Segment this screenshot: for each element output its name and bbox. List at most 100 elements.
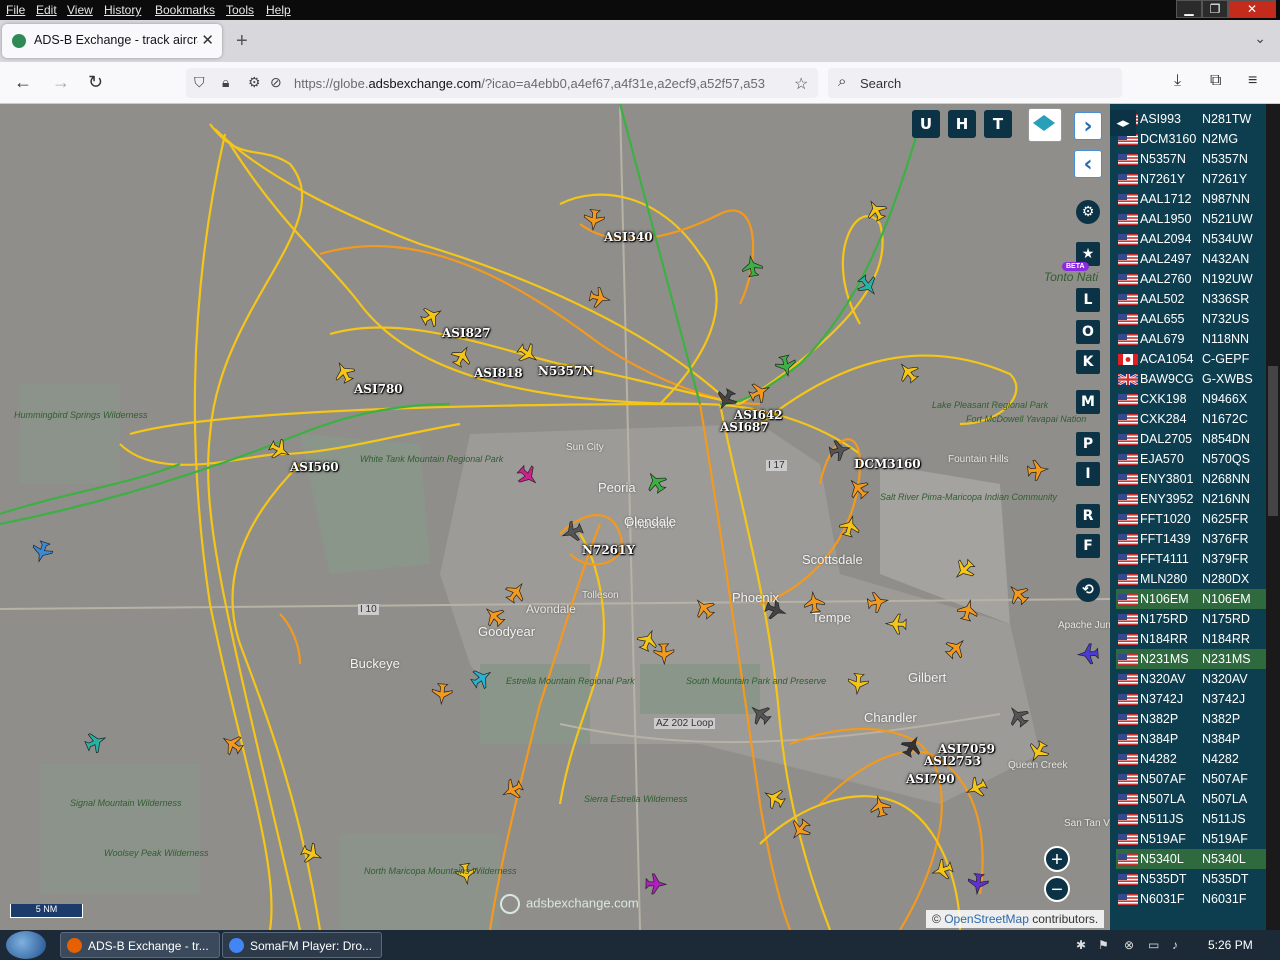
toggle-u-button[interactable]: U [912,110,940,138]
chevron-down-icon[interactable]: ⌄ [1254,30,1266,47]
aircraft-list-row[interactable]: N6031F N6031F [1116,889,1274,909]
close-window-icon[interactable]: ✕ [1228,0,1276,18]
menu-edit[interactable]: Edit [36,3,57,17]
aircraft-list-row[interactable]: ENY3801 N268NN [1116,469,1274,489]
aircraft-list-row[interactable]: AAL1712 N987NN [1116,189,1274,209]
back-icon[interactable]: ← [14,72,32,93]
aircraft-list-row[interactable]: N106EM N106EM [1116,589,1274,609]
osm-link[interactable]: OpenStreetMap [944,912,1029,926]
minimize-icon[interactable]: ▁ [1176,0,1202,18]
aircraft-list-row[interactable]: MLN280 N280DX [1116,569,1274,589]
toggle-f-button[interactable]: F [1076,534,1100,558]
toggle-k-button[interactable]: K [1076,350,1100,374]
aircraft-list-row[interactable]: AAL1950 N521UW [1116,209,1274,229]
menu-hamburger-icon[interactable]: ≡ [1248,72,1257,90]
aircraft-list-row[interactable]: N231MS N231MS [1116,649,1274,669]
aircraft-label[interactable]: ASI687 [720,420,769,434]
taskbar-firefox[interactable]: ADS-B Exchange - tr... [60,932,220,958]
aircraft-icon[interactable] [1076,643,1099,665]
aircraft-icon[interactable] [967,873,989,896]
aircraft-list-row[interactable]: N184RR N184RR [1116,629,1274,649]
taskbar-chrome[interactable]: SomaFM Player: Dro... [222,932,382,958]
collapse-panel-icon[interactable]: ◂▸ [1110,110,1136,136]
aircraft-list-row[interactable]: N382P N382P [1116,709,1274,729]
chevron-left-icon[interactable]: ‹ [1074,150,1102,178]
aircraft-list-row[interactable]: DCM3160 N2MG [1116,129,1274,149]
zoom-out-button[interactable]: − [1044,876,1070,902]
aircraft-list-row[interactable]: N384P N384P [1116,729,1274,749]
aircraft-icon[interactable] [431,683,453,706]
start-button[interactable] [6,931,46,959]
menu-view[interactable]: View [67,3,93,17]
aircraft-list-row[interactable]: CXK198 N9466X [1116,389,1274,409]
aircraft-list-row[interactable]: N3742J N3742J [1116,689,1274,709]
bookmark-star-icon[interactable]: ☆ [794,74,808,94]
aircraft-icon[interactable] [844,474,872,502]
aircraft-icon[interactable] [894,358,922,386]
aircraft-list-row[interactable]: N4282 N4282 [1116,749,1274,769]
aircraft-list-row[interactable]: N5340L N5340L [1116,849,1274,869]
aircraft-label[interactable]: ASI827 [442,326,491,340]
extensions-icon[interactable]: ⧉ [1210,72,1221,90]
volume-icon[interactable]: ♪ [1172,938,1178,952]
aircraft-list-row[interactable]: AAL655 N732US [1116,309,1274,329]
replay-icon[interactable]: ⟲ [1076,578,1100,602]
toggle-l-button[interactable]: L [1076,288,1100,312]
aircraft-list-row[interactable]: DAL2705 N854DN [1116,429,1274,449]
zoom-in-button[interactable]: + [1044,846,1070,872]
toggle-m-button[interactable]: M [1076,390,1100,414]
menu-help[interactable]: Help [266,3,291,17]
clock[interactable]: 5:26 PM [1208,938,1253,952]
aircraft-list-row[interactable]: FFT1439 N376FR [1116,529,1274,549]
menu-file[interactable]: File [6,3,25,17]
aircraft-icon[interactable] [29,539,54,564]
aircraft-list-row[interactable]: N511JS N511JS [1116,809,1274,829]
aircraft-label[interactable]: ASI780 [354,382,403,396]
security-icon[interactable]: ⊗ [1124,938,1134,952]
aircraft-label[interactable]: N7261Y [582,543,635,557]
menu-bookmarks[interactable]: Bookmarks [155,3,215,17]
permissions-icon[interactable]: ⚙ [248,74,261,91]
aircraft-icon[interactable] [448,342,475,369]
aircraft-icon[interactable] [645,873,668,895]
toggle-t-button[interactable]: T [984,110,1012,138]
aircraft-label[interactable]: ASI340 [604,230,653,244]
panel-scrollbar[interactable] [1266,104,1280,930]
aircraft-icon[interactable] [588,286,612,310]
aircraft-list-row[interactable]: N519AF N519AF [1116,829,1274,849]
chevron-right-icon[interactable]: › [1074,112,1102,140]
aircraft-icon[interactable] [1027,459,1050,481]
settings-gear-icon[interactable]: ⚙ [1076,200,1100,224]
url-bar[interactable]: ⛉ 🔒︎ ⚙ ⊘ https://globe.adsbexchange.com/… [186,68,818,98]
bluetooth-icon[interactable]: ✱ [1076,938,1086,952]
menu-tools[interactable]: Tools [226,3,254,17]
tracking-shield-icon[interactable]: ⛉ [194,74,205,91]
aircraft-list-row[interactable]: CXK284 N1672C [1116,409,1274,429]
layers-icon[interactable] [1028,108,1062,142]
forward-icon[interactable]: → [52,72,70,93]
download-icon[interactable]: ⤓ [1174,72,1181,90]
aircraft-label[interactable]: DCM3160 [854,457,921,471]
aircraft-list-row[interactable]: AAL502 N336SR [1116,289,1274,309]
aircraft-label[interactable]: ASI818 [474,366,523,380]
autoplay-blocked-icon[interactable]: ⊘ [270,74,282,91]
url-text[interactable]: https://globe.adsbexchange.com/?icao=a4e… [294,76,794,91]
reload-icon[interactable]: ↻ [88,72,103,93]
aircraft-list-row[interactable]: AAL2497 N432AN [1116,249,1274,269]
aircraft-label[interactable]: ASI2753 [924,754,981,768]
map-view[interactable]: Phoenix Phoenix Glendale Peoria Scottsda… [0,104,1110,930]
aircraft-icon[interactable] [83,729,109,755]
aircraft-list-row[interactable]: N320AV N320AV [1116,669,1274,689]
close-icon[interactable]: ✕ [201,31,214,49]
scrollbar-thumb[interactable] [1268,366,1278,516]
aircraft-list-row[interactable]: ACA1054 C-GEPF [1116,349,1274,369]
aircraft-list-row[interactable]: EJA570 N570QS [1116,449,1274,469]
aircraft-icon[interactable] [760,784,787,811]
aircraft-label[interactable]: ASI790 [906,772,955,786]
aircraft-list-row[interactable]: FFT1020 N625FR [1116,509,1274,529]
aircraft-list-row[interactable]: N535DT N535DT [1116,869,1274,889]
toggle-r-button[interactable]: R [1076,504,1100,528]
tab-adsb[interactable]: ADS-B Exchange - track aircraft ✕ [2,24,222,58]
display-icon[interactable]: ▭ [1148,938,1159,952]
aircraft-list-row[interactable]: ASI993 N281TW [1116,109,1274,129]
